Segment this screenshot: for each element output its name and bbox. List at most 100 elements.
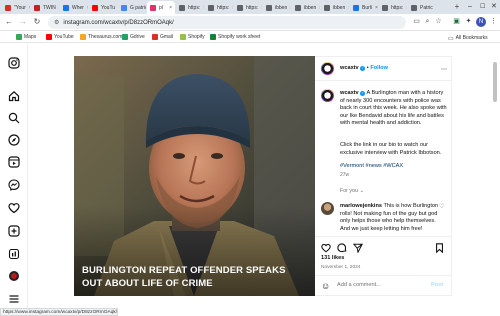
profile-avatar-nav[interactable] (9, 271, 19, 281)
browser-tab[interactable]: Patric × (408, 1, 436, 14)
tab-label: https: (188, 4, 201, 11)
instagram-logo-icon[interactable] (8, 57, 20, 69)
browser-tab[interactable]: YouTu × (89, 1, 117, 14)
emoji-icon[interactable]: ☺ (321, 281, 330, 291)
bookmark-label: YouTube (54, 34, 74, 40)
tab-close-icon[interactable]: × (261, 5, 262, 11)
bookmark-item[interactable]: Thesaurus.com (80, 33, 122, 41)
browser-tab[interactable]: "Your× (2, 1, 30, 14)
comment-like-heart-icon[interactable]: ♡ (439, 203, 444, 210)
post-media[interactable]: BURLINGTON REPEAT OFFENDER SPEAKS OUT AB… (74, 56, 315, 296)
tab-label: ibben (275, 4, 288, 11)
for-you-dropdown[interactable]: For you ⌄ (340, 188, 364, 196)
browser-tab[interactable]: ibben× (263, 1, 291, 14)
browser-tab[interactable]: https:× (379, 1, 407, 14)
all-bookmarks-button[interactable]: ▭ All Bookmarks (448, 34, 488, 42)
threads-icon[interactable] (8, 248, 20, 260)
bookmark-star-icon[interactable]: ☆ (434, 17, 443, 26)
tab-close-icon[interactable]: × (348, 5, 349, 11)
messenger-icon[interactable] (8, 179, 20, 191)
bookmark-item[interactable]: YouTube (46, 33, 74, 41)
tab-close-icon[interactable]: × (87, 5, 88, 11)
tab-favicon-icon (92, 4, 98, 11)
browser-toolbar: ← → ↻ ⚙ instagram.com/wcaxtv/p/D8zzORmOA… (0, 14, 500, 31)
browser-tab[interactable]: TWIN × (31, 1, 59, 14)
chevron-down-icon: ⌄ (359, 188, 364, 194)
browser-tab[interactable]: Wher× (60, 1, 88, 14)
extensions-puzzle-icon[interactable]: ✦ (464, 17, 473, 26)
more-options-icon[interactable]: ⋯ (441, 66, 447, 73)
account-avatar[interactable] (321, 62, 334, 75)
browser-tab[interactable]: https:× (176, 1, 204, 14)
browser-tab[interactable]: ibben× (321, 1, 349, 14)
tab-close-icon[interactable]: × (29, 5, 30, 11)
tab-close-icon[interactable]: × (319, 5, 320, 11)
scrollbar-thumb[interactable] (493, 62, 497, 102)
link-status-bar: https://www.instagram.com/wcaxtv/p/D8zzO… (0, 308, 118, 316)
likes-count[interactable]: 131 likes (321, 255, 344, 263)
tab-close-icon[interactable]: × (232, 5, 233, 11)
browser-tab[interactable]: Burli × (350, 1, 378, 14)
bookmark-item[interactable]: Gdrive (122, 33, 145, 41)
save-bookmark-icon[interactable] (435, 240, 444, 258)
profile-avatar[interactable]: N (476, 17, 486, 27)
commenter-avatar[interactable] (321, 202, 334, 215)
instagram-sidebar (0, 44, 28, 308)
browser-tab[interactable]: https:× (234, 1, 262, 14)
tab-favicon-icon (208, 4, 214, 11)
tab-close-icon[interactable]: × (203, 5, 204, 11)
tab-close-icon[interactable]: × (169, 5, 172, 11)
cast-icon[interactable]: ▭ (412, 17, 421, 26)
post-details-panel: wcaxtv ✓ • Follow ⋯ wcaxtv ✓ A Burlingto… (315, 56, 452, 296)
menu-kebab-icon[interactable]: ⋮ (489, 17, 498, 26)
tab-favicon-icon (295, 4, 301, 11)
create-plus-icon[interactable] (8, 225, 20, 237)
caption-account-name[interactable]: wcaxtv (340, 90, 359, 96)
site-info-icon[interactable]: ⚙ (54, 19, 59, 26)
tab-favicon-icon (179, 4, 185, 11)
zoom-icon[interactable]: ⌕ (423, 17, 432, 26)
tab-label: TWIN (43, 4, 56, 11)
tab-label: G patric (130, 4, 146, 11)
reels-icon[interactable] (8, 156, 20, 168)
bookmark-item[interactable]: Maps (16, 33, 36, 41)
search-icon[interactable] (8, 112, 20, 124)
bookmark-item[interactable]: Gmail (152, 33, 173, 41)
forward-arrow-icon[interactable]: → (18, 17, 28, 27)
bookmarks-bar: Maps YouTube Thesaurus.com Gdrive Gmail Shopi… (0, 31, 500, 43)
tab-label: https: (246, 4, 259, 11)
bookmark-item[interactable]: Shopify work sheet (210, 33, 260, 41)
caption-avatar[interactable] (321, 89, 334, 102)
maximize-icon[interactable]: ☐ (480, 2, 488, 12)
explore-compass-icon[interactable] (8, 134, 20, 146)
folder-icon: ▭ (448, 35, 454, 42)
follow-button[interactable]: Follow (370, 65, 388, 71)
tab-close-icon[interactable]: × (375, 5, 378, 11)
bookmark-favicon-icon (152, 34, 158, 40)
tab-close-icon[interactable]: × (406, 5, 407, 11)
extension-icon[interactable]: ▣ (452, 17, 461, 26)
comment-username[interactable]: marlowejenkins (340, 203, 382, 209)
browser-tab[interactable]: G patric× (118, 1, 146, 14)
post-comment-button[interactable]: Post (431, 282, 443, 290)
account-name[interactable]: wcaxtv (340, 65, 359, 71)
reload-icon[interactable]: ↻ (32, 17, 42, 27)
hashtags[interactable]: #Vermont #news #WCAX (340, 163, 448, 171)
back-arrow-icon[interactable]: ← (4, 17, 14, 27)
minimize-icon[interactable]: – (468, 2, 476, 12)
add-comment-input[interactable]: Add a comment... (337, 282, 381, 290)
browser-tab[interactable]: https:× (205, 1, 233, 14)
browser-tab[interactable]: pl × (147, 1, 175, 14)
notifications-heart-icon[interactable] (8, 202, 20, 214)
browser-tab[interactable]: ibben× (292, 1, 320, 14)
address-bar[interactable]: ⚙ instagram.com/wcaxtv/p/D8zzORmOAqk/ (48, 16, 406, 29)
bookmark-item[interactable]: Shopify (180, 33, 205, 41)
bookmark-favicon-icon (80, 34, 86, 40)
close-window-icon[interactable]: ✕ (491, 2, 499, 12)
more-menu-icon[interactable] (8, 293, 20, 305)
home-icon[interactable] (8, 90, 20, 102)
new-tab-button[interactable]: + (452, 2, 462, 12)
tab-favicon-icon (34, 4, 40, 11)
share-paper-plane-icon[interactable] (352, 240, 363, 258)
tab-close-icon[interactable]: × (290, 5, 291, 11)
